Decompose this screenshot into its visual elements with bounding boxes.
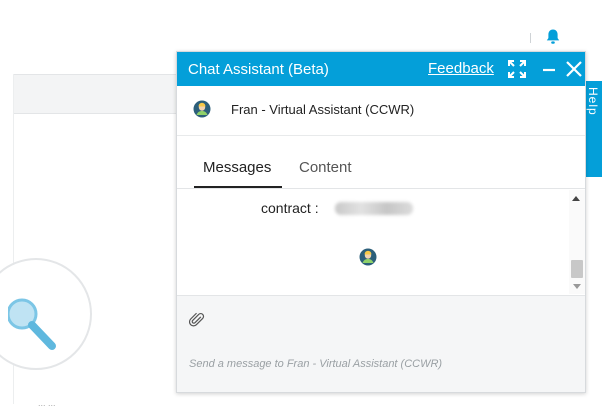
redacted-contract-number	[335, 202, 413, 215]
feedback-link[interactable]: Feedback	[428, 60, 494, 77]
magnifier-icon	[8, 298, 56, 350]
avatar-icon	[359, 248, 377, 266]
tab-content[interactable]: Content	[299, 159, 352, 176]
background-footer-text: ... ...	[38, 398, 56, 408]
scroll-thumb[interactable]	[571, 260, 583, 278]
expand-icon[interactable]	[507, 59, 527, 79]
tab-messages[interactable]: Messages	[203, 159, 271, 176]
chat-title: Chat Assistant (Beta)	[188, 61, 329, 78]
agent-info: Fran - Virtual Assistant (CCWR)	[177, 86, 585, 136]
bell-icon[interactable]	[545, 28, 561, 46]
help-tab[interactable]: Help	[584, 81, 602, 177]
help-tab-label: Help	[586, 87, 600, 116]
active-tab-indicator	[194, 186, 282, 188]
background-toolbar	[14, 74, 184, 114]
page: Help ... ... Chat Assistant (Beta) Feedb…	[0, 0, 602, 414]
message-input[interactable]	[189, 351, 569, 377]
chat-header: Chat Assistant (Beta) Feedback	[177, 52, 585, 86]
scroll-up-arrow-icon[interactable]	[572, 196, 580, 201]
message-scrollbar[interactable]	[569, 190, 585, 294]
chat-tabs: Messages Content	[177, 137, 585, 189]
close-icon[interactable]	[564, 59, 584, 79]
scroll-down-arrow-icon[interactable]	[573, 284, 581, 289]
agent-name: Fran - Virtual Assistant (CCWR)	[231, 102, 415, 117]
attach-icon[interactable]	[189, 312, 205, 328]
message-composer	[177, 295, 585, 392]
minimize-icon[interactable]	[539, 59, 559, 79]
avatar-icon	[193, 100, 211, 118]
chat-window: Chat Assistant (Beta) Feedback Fran - Vi…	[176, 51, 586, 393]
message-list: contract :	[177, 190, 569, 294]
header-divider	[530, 33, 531, 43]
message-text: contract :	[261, 200, 319, 216]
